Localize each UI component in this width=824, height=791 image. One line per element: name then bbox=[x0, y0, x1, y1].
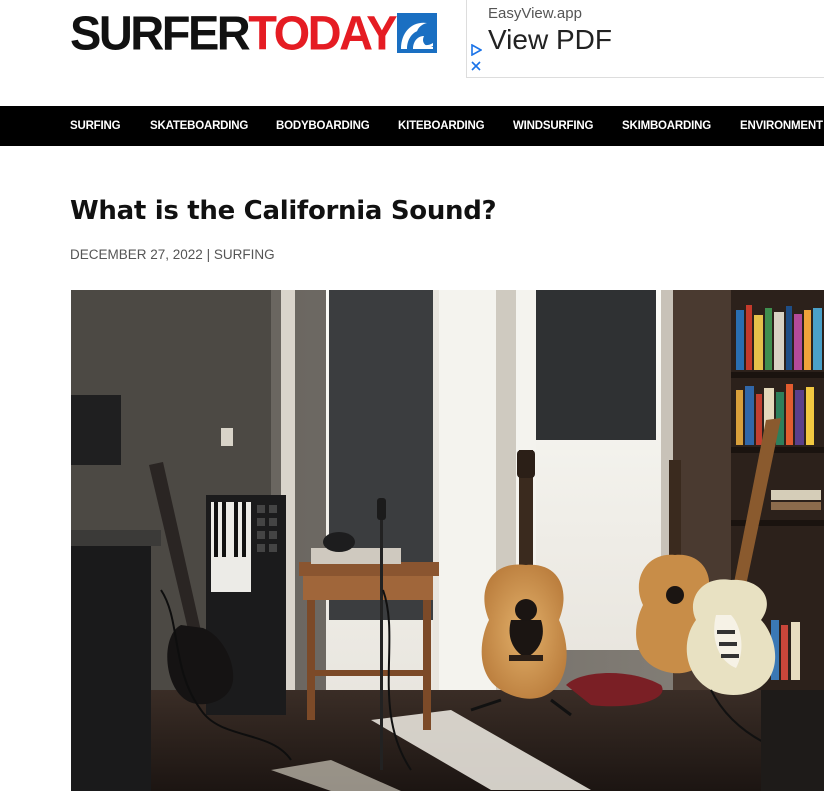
main-nav: SURFING SKATEBOARDING BODYBOARDING KITEB… bbox=[0, 106, 824, 146]
nav-item-bodyboarding[interactable]: BODYBOARDING bbox=[276, 106, 370, 146]
nav-item-kiteboarding[interactable]: KITEBOARDING bbox=[398, 106, 485, 146]
wave-icon bbox=[397, 13, 438, 53]
advertisement-banner[interactable]: EasyView.app View PDF bbox=[466, 0, 824, 78]
nav-item-surfing[interactable]: SURFING bbox=[70, 106, 121, 146]
logo-text-surfer: SURFER bbox=[70, 5, 251, 60]
meta-separator: | bbox=[202, 247, 214, 262]
site-logo[interactable]: SURFER TODAY bbox=[70, 5, 438, 60]
ad-cta-link[interactable]: View PDF bbox=[488, 24, 612, 56]
article-category-link[interactable]: SURFING bbox=[214, 247, 275, 262]
close-icon[interactable] bbox=[470, 60, 482, 72]
ad-domain[interactable]: EasyView.app bbox=[488, 5, 582, 22]
nav-item-skimboarding[interactable]: SKIMBOARDING bbox=[622, 106, 711, 146]
adchoices-icon[interactable] bbox=[470, 44, 482, 56]
nav-item-windsurfing[interactable]: WINDSURFING bbox=[513, 106, 593, 146]
article-meta: DECEMBER 27, 2022 | SURFING bbox=[70, 247, 275, 262]
article-hero-image bbox=[71, 290, 824, 791]
logo-text-today: TODAY bbox=[248, 5, 397, 60]
nav-item-skateboarding[interactable]: SKATEBOARDING bbox=[150, 106, 248, 146]
nav-item-environment[interactable]: ENVIRONMENT bbox=[740, 106, 823, 146]
article-date: DECEMBER 27, 2022 bbox=[70, 247, 203, 262]
article-title: What is the California Sound? bbox=[70, 196, 497, 226]
